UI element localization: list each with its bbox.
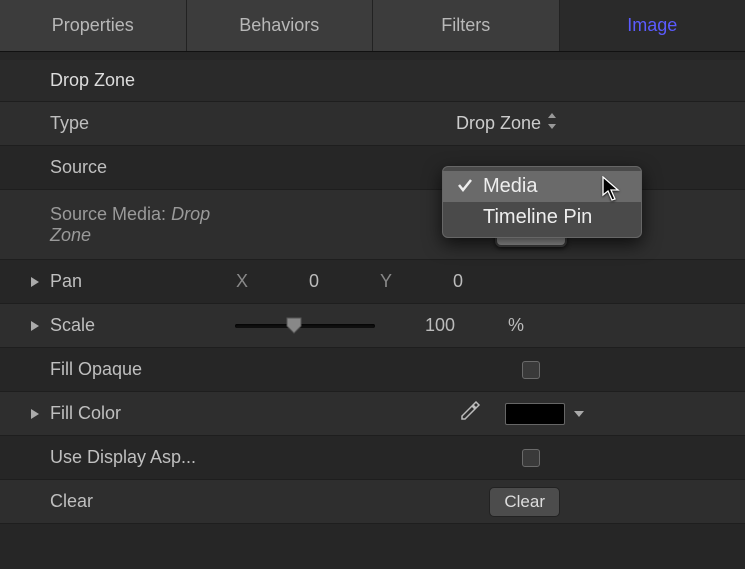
row-clear: Clear Clear xyxy=(0,480,745,524)
scale-label: Scale xyxy=(50,315,230,336)
disclosure-triangle-icon[interactable] xyxy=(28,319,42,333)
menu-item-timeline-pin[interactable]: Timeline Pin xyxy=(443,202,641,233)
use-display-aspect-label: Use Display Asp... xyxy=(50,447,230,468)
pan-x-value[interactable]: 0 xyxy=(254,271,374,292)
tab-image[interactable]: Image xyxy=(560,0,745,51)
row-type: Type Drop Zone xyxy=(0,102,745,146)
eyedropper-icon[interactable] xyxy=(459,400,481,427)
pan-x-axis-label: X xyxy=(230,271,254,292)
inspector-tabbar: Properties Behaviors Filters Image xyxy=(0,0,745,52)
fill-opaque-checkbox[interactable] xyxy=(522,361,540,379)
disclosure-triangle-icon[interactable] xyxy=(28,407,42,421)
fill-opaque-label: Fill Opaque xyxy=(50,359,230,380)
use-display-aspect-checkbox[interactable] xyxy=(522,449,540,467)
section-header: Drop Zone xyxy=(0,60,745,102)
type-popup[interactable]: Drop Zone xyxy=(448,111,565,136)
chevron-down-icon[interactable] xyxy=(573,410,585,418)
slider-thumb-icon xyxy=(285,316,303,334)
scale-value[interactable]: 100 xyxy=(380,315,500,336)
tab-filters[interactable]: Filters xyxy=(373,0,560,51)
updown-icon xyxy=(547,113,557,134)
row-scale: Scale 100 % xyxy=(0,304,745,348)
clear-button[interactable]: Clear xyxy=(489,487,560,517)
source-popup-menu: Media Timeline Pin xyxy=(442,166,642,238)
clear-label: Clear xyxy=(50,491,230,512)
tab-behaviors[interactable]: Behaviors xyxy=(187,0,374,51)
row-fill-opaque: Fill Opaque xyxy=(0,348,745,392)
checkmark-icon xyxy=(457,175,475,198)
scale-slider[interactable] xyxy=(235,324,375,328)
pan-label: Pan xyxy=(50,271,230,292)
tab-properties[interactable]: Properties xyxy=(0,0,187,51)
fill-color-label: Fill Color xyxy=(50,403,230,424)
pan-y-value[interactable]: 0 xyxy=(398,271,518,292)
row-pan: Pan X 0 Y 0 xyxy=(0,260,745,304)
row-fill-color: Fill Color xyxy=(0,392,745,436)
source-media-label: Source Media: Drop Zone xyxy=(50,204,230,246)
menu-item-media[interactable]: Media xyxy=(443,171,641,202)
source-label: Source xyxy=(50,157,230,178)
row-use-display-aspect: Use Display Asp... xyxy=(0,436,745,480)
type-label: Type xyxy=(50,113,230,134)
scale-unit: % xyxy=(508,315,524,336)
pan-y-axis-label: Y xyxy=(374,271,398,292)
fill-color-swatch[interactable] xyxy=(505,403,565,425)
disclosure-triangle-icon[interactable] xyxy=(28,275,42,289)
